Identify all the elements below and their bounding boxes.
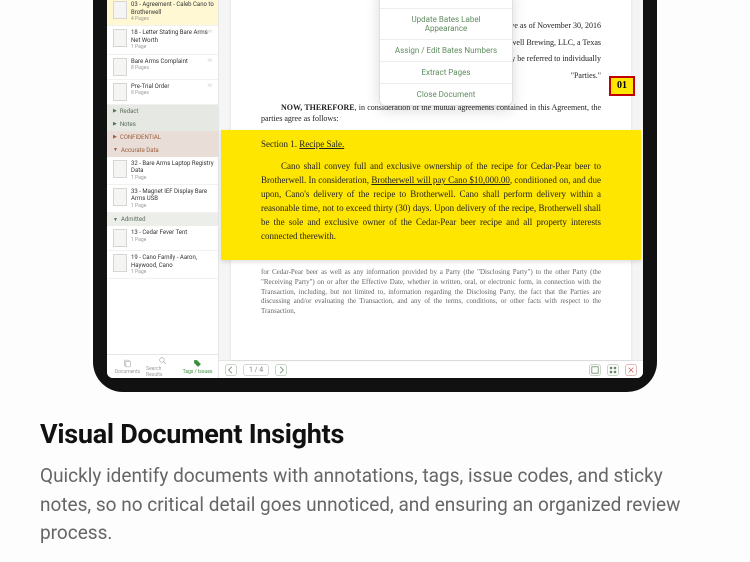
doc-item[interactable]: 13 - Cedar Fever Tent1 Page [107, 226, 218, 251]
doc-item-meta: 1 Page [131, 175, 214, 181]
close-icon [627, 366, 635, 374]
document-viewport[interactable]: BEERCO-000000004 AGREEMENT Agreement") i… [219, 0, 643, 360]
tab-documents-label: Documents [115, 369, 141, 375]
menu-bates-appearance[interactable]: Update Bates Label Appearance [380, 9, 512, 40]
doc-item-title: Bare Arms Complaint [131, 58, 214, 66]
tablet-frame: Collapse All Expand All ▼Pen 03 - Agreem… [93, 0, 657, 392]
section-confidential-label: CONFIDENTIAL [120, 134, 161, 141]
doc-thumb-icon [113, 188, 127, 206]
tab-tags-label: Tags / Issues [183, 369, 213, 375]
documents-icon [123, 359, 132, 368]
document-pane: 1 / 1 BEERCO-000000004 AGREEMENT Agreeme… [219, 0, 643, 378]
toolbar-close-button[interactable] [625, 364, 637, 376]
sidebar-bottom-tabs: Documents Search Results Tags / Issues [107, 354, 218, 378]
section-heading: Section 1. Recipe Sale. [261, 138, 601, 152]
search-icon [158, 356, 167, 365]
section-accurate[interactable]: ▼Accurate Data [107, 144, 218, 157]
doc-item-meta: 4 Pages [131, 16, 214, 22]
doc-item-title: 13 - Cedar Fever Tent [131, 229, 214, 237]
doc-item[interactable]: 19 - Cano Family - Aaron, Haywood, Cano1… [107, 251, 218, 279]
doc-thumb-icon [113, 1, 127, 19]
tab-tags[interactable]: Tags / Issues [181, 359, 214, 375]
doc-item-title: 03 - Agreement - Caleb Cano to Brotherwe… [131, 1, 214, 16]
section-admitted-label: Admitted [121, 216, 146, 223]
doc-item-meta: 8 Pages [131, 65, 214, 71]
section-redact[interactable]: ▶Redact [107, 105, 218, 118]
section-notes-label: Notes [120, 121, 136, 128]
tab-search-label: Search Results [146, 366, 179, 378]
toolbar-action-b[interactable] [607, 364, 619, 376]
chevron-right-icon [277, 366, 285, 374]
marketing-title: Visual Document Insights [40, 418, 710, 450]
app-screen: Collapse All Expand All ▼Pen 03 - Agreem… [107, 0, 643, 378]
doc-item-meta: 8 Pages [131, 90, 214, 96]
next-page-button[interactable] [275, 364, 287, 376]
section-confidential[interactable]: ▶CONFIDENTIAL [107, 131, 218, 144]
highlighted-section: Section 1. Recipe Sale. Cano shall conve… [221, 130, 641, 260]
doc-item[interactable]: 18 - Letter Stating Bare Arms Net Worth1… [107, 26, 218, 54]
doc-item[interactable]: 03 - Agreement - Caleb Cano to Brotherwe… [107, 0, 218, 26]
doc-item-title: 19 - Cano Family - Aaron, Haywood, Cano [131, 254, 214, 269]
doc-paragraph: for Cedar-Pear beer as well as any infor… [261, 268, 601, 317]
doc-thumb-icon [113, 254, 127, 272]
doc-thumb-icon [113, 160, 127, 178]
menu-bates-assign[interactable]: Assign / Edit Bates Numbers [380, 40, 512, 62]
menu-close-document[interactable]: Close Document [380, 84, 512, 105]
flag-icon [207, 58, 214, 65]
tab-search[interactable]: Search Results [146, 356, 179, 378]
doc-item[interactable]: Pre-Trial Order8 Pages [107, 80, 218, 105]
doc-item-title: 32 - Bare Arms Laptop Registry Data [131, 160, 214, 175]
doc-item-meta: 1 Page [131, 44, 214, 50]
grid-icon [609, 366, 617, 374]
document-context-menu: Rename Document Update Bates Label Appea… [379, 0, 513, 106]
flag-icon [207, 83, 214, 90]
doc-thumb-icon [113, 29, 127, 47]
doc-thumb-icon [113, 83, 127, 101]
doc-item-title: Pre-Trial Order [131, 83, 214, 91]
doc-item-meta: 1 Page [131, 269, 214, 275]
sidebar: Collapse All Expand All ▼Pen 03 - Agreem… [107, 0, 219, 378]
page-indicator[interactable]: 1 / 4 [243, 364, 269, 376]
doc-item[interactable]: 32 - Bare Arms Laptop Registry Data1 Pag… [107, 157, 218, 185]
menu-extract-pages[interactable]: Extract Pages [380, 62, 512, 84]
resize-icon [591, 366, 599, 374]
doc-item-title: 33 - Magnet IEF Display Bare Arms USB [131, 188, 214, 203]
sticky-note-tag[interactable]: 01 [609, 76, 635, 96]
doc-item-meta: 1 Page [131, 203, 214, 209]
doc-thumb-icon [113, 58, 127, 76]
marketing-block: Visual Document Insights Quickly identif… [40, 418, 710, 548]
tag-icon [193, 359, 202, 368]
toolbar-action-a[interactable] [589, 364, 601, 376]
doc-thumb-icon [113, 229, 127, 247]
doc-paragraph: NOW, THEREFORE, in consideration of the … [261, 103, 601, 125]
doc-item-meta: 1 Page [131, 237, 214, 243]
tab-documents[interactable]: Documents [111, 359, 144, 375]
menu-rename[interactable]: Rename Document [380, 0, 512, 9]
flag-icon [207, 1, 214, 8]
section-notes[interactable]: ▶Notes [107, 118, 218, 131]
doc-item[interactable]: Bare Arms Complaint8 Pages [107, 55, 218, 80]
section-redact-label: Redact [120, 108, 139, 115]
doc-item[interactable]: 33 - Magnet IEF Display Bare Arms USB1 P… [107, 185, 218, 213]
prev-page-button[interactable] [225, 364, 237, 376]
marketing-body: Quickly identify documents with annotati… [40, 462, 710, 548]
section-admitted[interactable]: ▼Admitted [107, 213, 218, 226]
section-body: Cano shall convey full and exclusive own… [261, 160, 601, 244]
document-bottom-toolbar: 1 / 4 [219, 360, 643, 378]
flag-icon [207, 29, 214, 36]
section-accurate-label: Accurate Data [121, 147, 159, 154]
sidebar-body: ▼Pen 03 - Agreement - Caleb Cano to Brot… [107, 0, 218, 354]
doc-item-title: 18 - Letter Stating Bare Arms Net Worth [131, 29, 214, 44]
chevron-left-icon [227, 366, 235, 374]
